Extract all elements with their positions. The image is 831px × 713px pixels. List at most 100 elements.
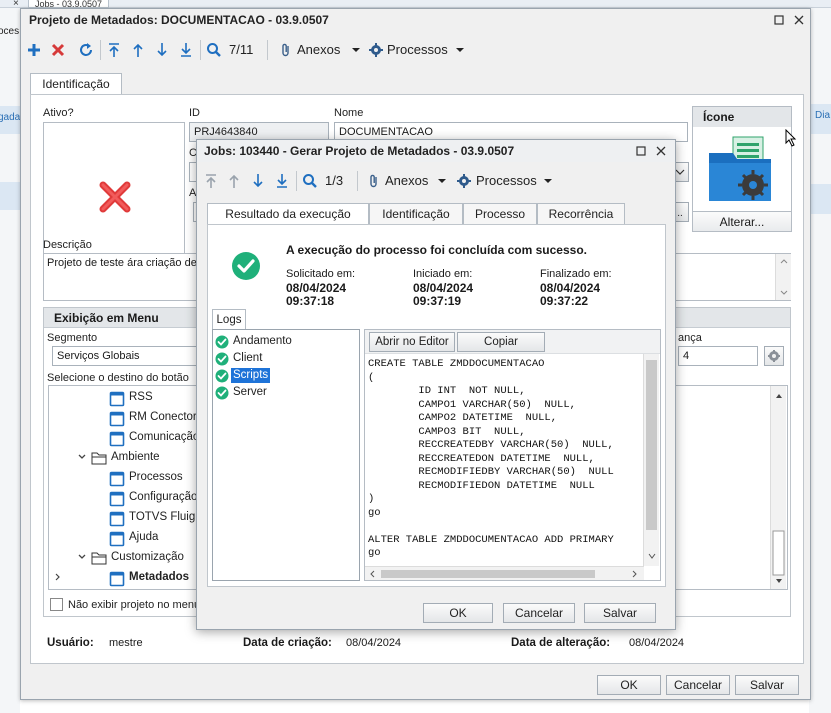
mouse-cursor-icon	[785, 129, 797, 147]
background-tab[interactable]: Jobs - 03.9.0507	[28, 0, 110, 8]
toolbar-separator	[100, 40, 101, 60]
segmento-label: Segmento	[47, 332, 98, 344]
partial-right-field[interactable]: 4	[678, 346, 758, 366]
jobs-cancel-button[interactable]: Cancelar	[503, 603, 575, 623]
cancel-button[interactable]: Cancelar	[666, 675, 730, 695]
log-item-label: Server	[233, 386, 267, 398]
iniciado-time: 09:37:19	[413, 294, 462, 308]
last-record-icon[interactable]	[177, 41, 195, 59]
tree-item-label: Ajuda	[129, 531, 159, 543]
next-record-icon[interactable]	[249, 172, 267, 190]
tree-item-label: Processos	[129, 471, 183, 483]
alterar-button[interactable]: Alterar...	[693, 211, 791, 231]
tab-resultado-execucao[interactable]: Resultado da execução	[207, 203, 369, 225]
processos-menu[interactable]: Processos	[387, 42, 448, 57]
close-icon[interactable]	[653, 143, 669, 159]
log-item-label: Andamento	[233, 335, 292, 347]
background-row	[809, 184, 831, 214]
previous-record-icon[interactable]	[225, 172, 243, 190]
partial-right-label: ança	[678, 332, 702, 344]
chevron-down-icon[interactable]	[433, 172, 451, 190]
success-message: A execução do processo foi concluída com…	[286, 243, 587, 257]
jobs-processos-menu[interactable]: Processos	[476, 173, 537, 188]
open-editor-button[interactable]: Abrir no Editor	[369, 332, 455, 352]
background-link-fragment: gada	[0, 112, 21, 123]
hide-menu-label: Não exibir projeto no menu	[68, 599, 201, 611]
tab-recorrencia[interactable]: Recorrência	[537, 203, 625, 225]
tree-item-label: RM Conector	[129, 411, 197, 423]
tab-logs[interactable]: Logs	[212, 309, 246, 330]
first-record-icon[interactable]	[105, 41, 123, 59]
criacao-label: Data de criação:	[243, 637, 332, 649]
background-tab-strip: Jobs - 03.9.0507 ×	[0, 0, 831, 9]
tree-caret-icon[interactable]	[53, 572, 63, 582]
gear-icon[interactable]	[455, 172, 473, 190]
iniciado-date: 08/04/2024	[413, 281, 474, 295]
add-icon[interactable]	[25, 41, 43, 59]
chevron-down-icon[interactable]	[347, 41, 365, 59]
paperclip-icon[interactable]	[277, 41, 295, 59]
chevron-down-icon[interactable]	[451, 41, 469, 59]
jobs-save-button[interactable]: Salvar	[584, 603, 656, 623]
hide-menu-checkbox[interactable]	[50, 598, 63, 611]
gear-icon[interactable]	[367, 41, 385, 59]
tab-processo[interactable]: Processo	[463, 203, 537, 225]
search-icon[interactable]	[301, 172, 319, 190]
expand-chevron-icon[interactable]	[77, 552, 87, 562]
code-horizontal-scrollbar[interactable]	[365, 566, 644, 580]
finalizado-time: 09:37:22	[540, 294, 589, 308]
next-record-icon[interactable]	[153, 41, 171, 59]
delete-icon[interactable]	[49, 41, 67, 59]
check-icon	[215, 369, 229, 383]
tree-item-label: Comunicação	[129, 431, 200, 443]
previous-record-icon[interactable]	[129, 41, 147, 59]
page-icon	[109, 431, 125, 447]
ok-button[interactable]: OK	[597, 675, 661, 695]
expand-chevron-icon[interactable]	[77, 452, 87, 462]
chevron-down-icon[interactable]	[539, 172, 557, 190]
log-item-label: Client	[233, 352, 263, 364]
tree-scrollbar[interactable]	[770, 386, 786, 589]
main-titlebar: Projeto de Metadados: DOCUMENTACAO - 03.…	[21, 9, 810, 31]
toolbar-separator	[200, 40, 201, 60]
code-vertical-scrollbar[interactable]	[643, 354, 659, 566]
criacao-value: 08/04/2024	[346, 637, 402, 649]
paperclip-icon[interactable]	[365, 172, 383, 190]
tab-identificacao[interactable]: Identificação	[369, 203, 463, 225]
code-area[interactable]: CREATE TABLE ZMDDOCUMENTACAO ( ID INT NO…	[365, 356, 643, 566]
log-list: Andamento Client Scripts Server	[212, 329, 360, 581]
iniciado-label: Iniciado em:	[413, 268, 473, 280]
segmento-field[interactable]: Serviços Globais	[52, 346, 198, 366]
usuario-label: Usuário:	[47, 637, 94, 649]
save-button[interactable]: Salvar	[735, 675, 799, 695]
tab-identificacao[interactable]: Identificação	[30, 73, 122, 95]
icone-label: Ícone	[693, 107, 791, 127]
page-icon	[109, 391, 125, 407]
page-icon	[109, 471, 125, 487]
jobs-titlebar: Jobs: 103440 - Gerar Projeto de Metadado…	[197, 140, 675, 162]
first-record-icon[interactable]	[202, 172, 220, 190]
refresh-icon[interactable]	[77, 41, 95, 59]
close-icon[interactable]	[791, 12, 807, 28]
toolbar-separator	[296, 171, 297, 191]
script-code: CREATE TABLE ZMDDOCUMENTACAO ( ID INT NO…	[368, 358, 614, 559]
red-x-icon	[97, 179, 133, 215]
copy-button[interactable]: Copiar	[457, 332, 545, 352]
maximize-icon[interactable]	[771, 12, 787, 28]
maximize-icon[interactable]	[633, 143, 649, 159]
tree-item-label: Customização	[111, 551, 184, 563]
check-icon	[215, 335, 229, 349]
usuario-value: mestre	[109, 637, 143, 649]
last-record-icon[interactable]	[273, 172, 291, 190]
tree-item-label: TOTVS Fluig	[129, 511, 196, 523]
search-icon[interactable]	[205, 41, 223, 59]
settings-gear-button[interactable]	[764, 346, 784, 366]
page-icon	[109, 571, 125, 587]
descricao-scrollbar[interactable]	[775, 254, 791, 300]
id-label: ID	[189, 107, 200, 119]
check-icon	[215, 386, 229, 400]
anexos-menu[interactable]: Anexos	[297, 42, 340, 57]
jobs-ok-button[interactable]: OK	[423, 603, 493, 623]
jobs-anexos-menu[interactable]: Anexos	[385, 173, 428, 188]
check-icon	[215, 352, 229, 366]
